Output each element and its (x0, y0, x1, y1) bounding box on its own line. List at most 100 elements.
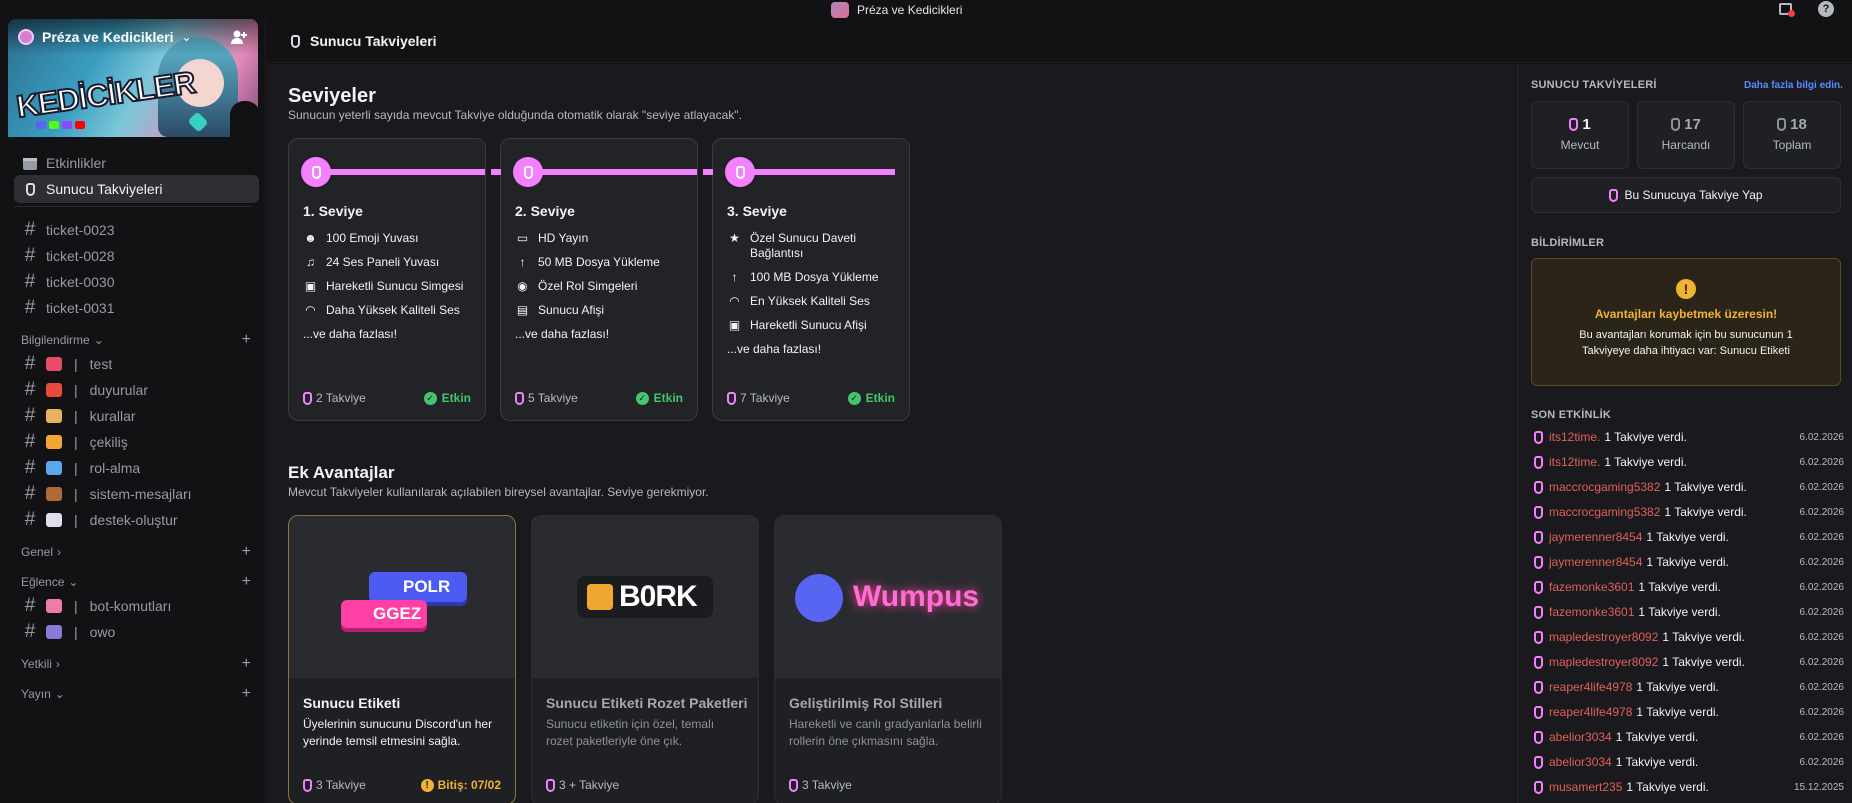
tier-progress-bar-left (703, 169, 713, 175)
add-channel-icon[interactable]: + (242, 655, 251, 673)
boost-server-label: Bu Sunucuya Takviye Yap (1624, 188, 1763, 202)
boost-gem-icon (1534, 730, 1543, 744)
activity-user[interactable]: reaper4life4978 (1549, 680, 1632, 694)
add-channel-icon[interactable]: + (242, 331, 251, 349)
activity-user[interactable]: maccrocgaming5382 (1549, 505, 1660, 519)
server-banner[interactable]: KEDİCİKLER Préza ve Kedicikleri ⌄ (8, 19, 258, 137)
activity-user[interactable]: abelior3034 (1549, 730, 1612, 744)
activity-user[interactable]: jaymerenner8454 (1549, 530, 1642, 544)
tier-cost-label: 7 Takviye (740, 391, 790, 405)
channel-destek-olustur[interactable]: # | destek-oluştur (14, 506, 259, 534)
add-channel-icon[interactable]: + (242, 573, 251, 591)
tag-text: GGEZ (373, 604, 422, 623)
category-bilgilendirme[interactable]: Bilgilendirme ⌄ + (21, 330, 251, 350)
channel-ticket-0028[interactable]: # ticket-0028 (14, 242, 259, 270)
hash-icon: # (24, 457, 36, 478)
bork-text: B0RK (619, 580, 698, 613)
add-channel-icon[interactable]: + (242, 543, 251, 561)
perk-art: POLR GGEZ (289, 516, 515, 678)
boost-gem-icon (1534, 705, 1543, 719)
activity-row: jaymerenner8454 1 Takviye verdi. 6.02.2026 (1534, 553, 1844, 571)
channel-rol-alma[interactable]: # | rol-alma (14, 454, 259, 482)
category-yetkili[interactable]: Yetkili › + (21, 654, 251, 674)
perk-cost: 3 + Takviye (546, 778, 619, 792)
activity-user[interactable]: its12time. (1549, 455, 1600, 469)
activity-row: fazemonke3601 1 Takviye verdi. 6.02.2026 (1534, 578, 1844, 596)
perk-cost-label: 3 + Takviye (559, 778, 620, 792)
activity-user[interactable]: musamert235 (1549, 780, 1622, 794)
role-icon: ◉ (517, 279, 528, 293)
activity-text: 1 Takviye verdi. (1646, 530, 1729, 544)
channel-ticket-0030[interactable]: # ticket-0030 (14, 268, 259, 296)
channel-duyurular[interactable]: # | duyurular (14, 376, 259, 404)
add-channel-icon[interactable]: + (242, 685, 251, 703)
perk-card-server-tag[interactable]: POLR GGEZ Sunucu Etiketi Üyelerinin sunu… (288, 515, 516, 803)
activity-date: 6.02.2026 (1799, 656, 1845, 668)
tier-status: ✓ Etkin (423, 390, 471, 406)
hash-icon: # (24, 483, 36, 504)
channel-sistem-mesajlari[interactable]: # | sistem-mesajları (14, 480, 259, 508)
activity-text: 1 Takviye verdi. (1636, 705, 1719, 719)
category-genel[interactable]: Genel › + (21, 542, 251, 562)
nav-server-boosts[interactable]: Sunucu Takviyeleri (14, 175, 259, 203)
category-eglence[interactable]: Eğlence ⌄ + (21, 572, 251, 592)
tier-perk: ♫ 24 Ses Paneli Yuvası (303, 255, 477, 270)
activity-user[interactable]: abelior3034 (1549, 755, 1612, 769)
invite-people-icon[interactable] (230, 29, 248, 45)
server-icon (18, 29, 34, 45)
tag-badge-polr: POLR (369, 572, 467, 602)
activity-user[interactable]: mapledestroyer8092 (1549, 655, 1658, 669)
youtube-icon (75, 121, 85, 129)
activity-date: 6.02.2026 (1799, 756, 1845, 768)
channel-test[interactable]: # | test (14, 350, 259, 378)
boost-server-button[interactable]: Bu Sunucuya Takviye Yap (1531, 177, 1841, 213)
perk-card-badge-packs[interactable]: B0RK Sunucu Etiketi Rozet Paketleri Sunu… (531, 515, 759, 803)
boost-gem-icon (303, 778, 312, 792)
channel-bot-komutlari[interactable]: # | bot-komutları (14, 592, 259, 620)
channel-name: test (89, 356, 113, 372)
title-bar-server-name: Préza ve Kedicikleri (857, 2, 963, 17)
server-header[interactable]: Préza ve Kedicikleri ⌄ (8, 19, 258, 55)
tier-progress-bar (329, 169, 485, 175)
channel-ticket-0031[interactable]: # ticket-0031 (14, 294, 259, 322)
category-yayin[interactable]: Yayın ⌄ + (21, 684, 251, 704)
activity-user[interactable]: maccrocgaming5382 (1549, 480, 1660, 494)
activity-user[interactable]: fazemonke3601 (1549, 580, 1634, 594)
gif-icon: ▣ (304, 279, 317, 293)
nav-events-label: Etkinlikler (46, 155, 106, 171)
activity-user[interactable]: reaper4life4978 (1549, 705, 1632, 719)
stat-label: Mevcut (1560, 138, 1600, 152)
inbox-icon[interactable] (1778, 1, 1795, 17)
banner-cat (230, 101, 258, 137)
tier-footer: 5 Takviye ✓ Etkin (515, 390, 683, 406)
activity-user[interactable]: its12time. (1549, 430, 1600, 444)
activity-row: abelior3034 1 Takviye verdi. 6.02.2026 (1534, 728, 1844, 746)
stat-label: Harcandı (1661, 138, 1711, 152)
tier-perk: ◠ Daha Yüksek Kaliteli Ses (303, 303, 477, 318)
twitch-icon (62, 121, 72, 129)
hash-icon: # (24, 297, 36, 318)
boost-gem-icon (1534, 780, 1543, 794)
channel-ticket-0023[interactable]: # ticket-0023 (14, 216, 259, 244)
activity-user[interactable]: mapledestroyer8092 (1549, 630, 1658, 644)
stat-number: 1 (1582, 116, 1591, 133)
channel-kurallar[interactable]: # | kurallar (14, 402, 259, 430)
warning-icon: ! (1676, 279, 1696, 299)
help-icon[interactable]: ? (1818, 1, 1834, 17)
tier-footer: 2 Takviye ✓ Etkin (303, 390, 471, 406)
learn-more-link[interactable]: Daha fazla bilgi edin. (1744, 80, 1843, 91)
nav-events[interactable]: Etkinlikler (14, 149, 259, 177)
activity-user[interactable]: jaymerenner8454 (1549, 555, 1642, 569)
activity-date: 6.02.2026 (1799, 706, 1845, 718)
perk-card-role-styles[interactable]: Wumpus Geliştirilmiş Rol Stilleri Hareke… (774, 515, 1002, 803)
channel-name: kurallar (89, 408, 136, 424)
server-name: Préza ve Kedicikleri (42, 29, 174, 45)
tier-status-label: Etkin (653, 391, 683, 405)
stat-number: 17 (1684, 116, 1701, 133)
tier-perk: ◉ Özel Rol Simgeleri (515, 279, 689, 294)
channel-name: ticket-0030 (46, 274, 115, 290)
activity-user[interactable]: fazemonke3601 (1549, 605, 1634, 619)
title-bar: Préza ve Kedicikleri ? (0, 0, 1852, 19)
channel-owo[interactable]: # | owo (14, 618, 259, 646)
channel-cekilis[interactable]: # | çekiliş (14, 428, 259, 456)
